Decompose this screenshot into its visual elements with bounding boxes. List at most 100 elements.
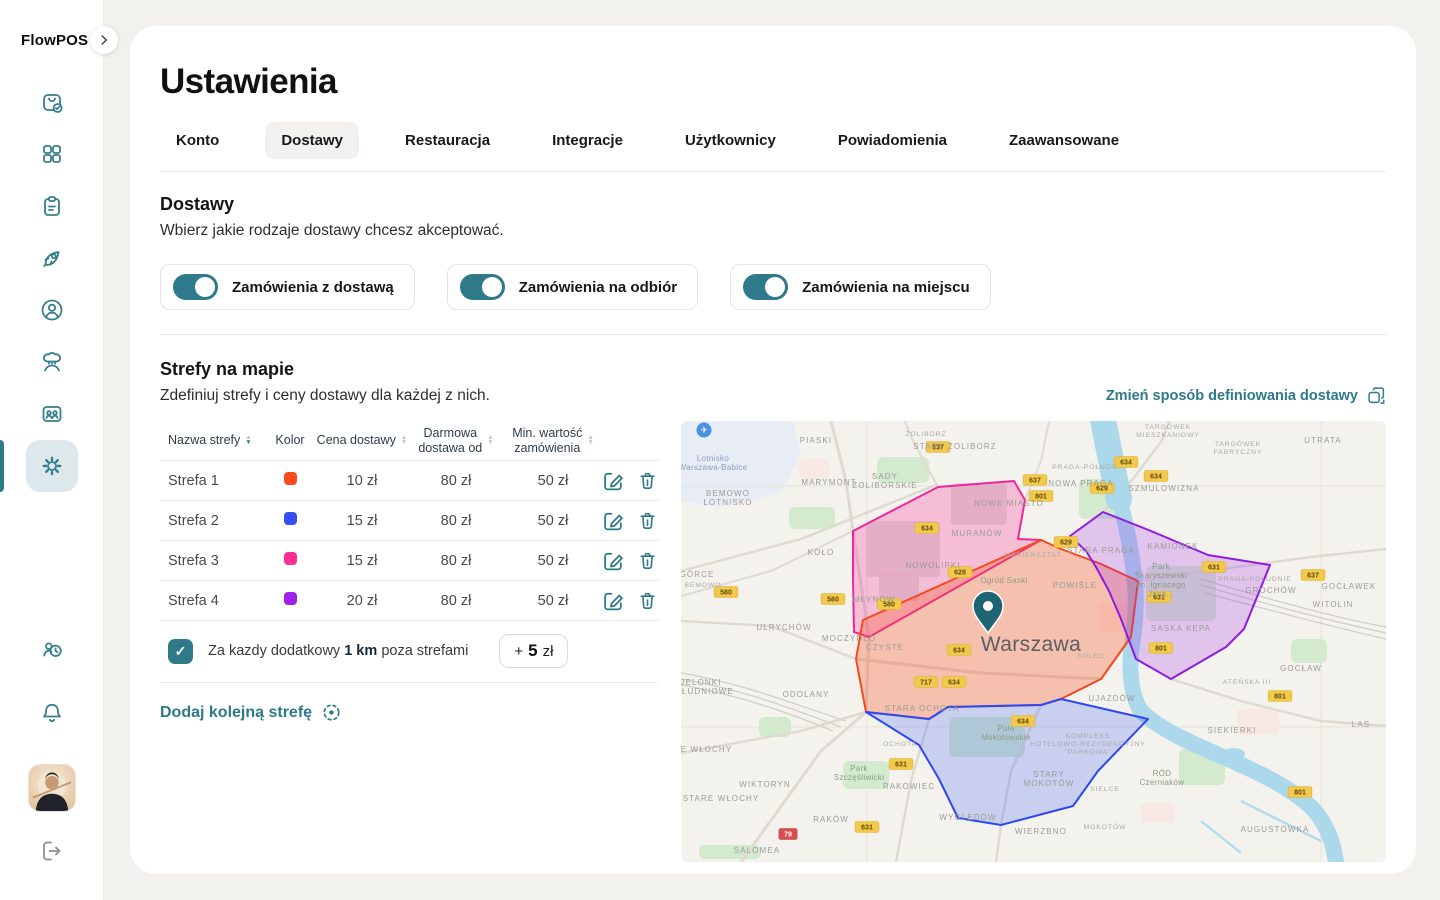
support-clock-icon	[39, 636, 65, 667]
delivery-toggle-2[interactable]: Zamówienia na miejscu	[730, 264, 991, 310]
change-delivery-mode-link[interactable]: Zmień sposób definiowania dostawy	[1106, 386, 1386, 405]
zone-price: 15 zł	[316, 553, 408, 569]
tab-użytkownicy[interactable]: Użytkownicy	[669, 122, 792, 159]
menu-clipboard-icon	[26, 180, 78, 232]
column-header-2[interactable]: Cena dostawy▲▼	[316, 433, 408, 448]
delivery-toggle-0[interactable]: Zamówienia z dostawą	[160, 264, 415, 310]
sidebar-item-rocket[interactable]	[0, 232, 104, 284]
road-badge: 801	[1288, 787, 1312, 798]
svg-text:631: 631	[895, 762, 907, 769]
delete-zone-button[interactable]	[637, 550, 658, 571]
user-icon	[26, 284, 78, 336]
add-zone-label: Dodaj kolejną strefę	[160, 704, 312, 722]
zones-section: Strefy na mapie Zdefiniuj strefy i ceny …	[160, 359, 1386, 862]
edit-zone-button[interactable]	[602, 509, 625, 532]
zone-row-4: Strefa 4 20 zł 80 zł 50 zł	[160, 581, 659, 621]
sidebar-item-chef[interactable]	[0, 336, 104, 388]
zones-table-header: Nazwa strefy▲▼KolorCena dostawy▲▼Darmowa…	[160, 421, 659, 461]
map-label: SALOMEA	[734, 846, 780, 855]
map-label: MARYMONT	[801, 478, 856, 487]
column-header-3[interactable]: Darmowadostawa od▲▼	[408, 426, 504, 456]
sort-icon[interactable]: ▲▼	[401, 436, 407, 444]
sort-icon[interactable]: ▲▼	[587, 436, 593, 444]
toggle-switch[interactable]	[743, 274, 788, 300]
sidebar-item-user[interactable]	[0, 284, 104, 336]
svg-text:634: 634	[1120, 460, 1132, 467]
map-label: WIKTORYN	[739, 780, 791, 789]
toggle-switch[interactable]	[460, 274, 505, 300]
map-label: ODOLANY	[783, 690, 830, 699]
delete-zone-button[interactable]	[637, 510, 658, 531]
delivery-toggle-1[interactable]: Zamówienia na odbiór	[447, 264, 698, 310]
sort-icon[interactable]: ▲▼	[487, 436, 493, 444]
map-label: RAKÓW	[813, 815, 849, 824]
road-badge: 637	[1301, 570, 1325, 581]
tab-powiadomienia[interactable]: Powiadomienia	[822, 122, 963, 159]
zone-color-cell	[264, 512, 316, 529]
map-label: NOWE WŁOCHY	[681, 745, 732, 754]
svg-text:631: 631	[861, 825, 873, 832]
zone-min-order: 50 zł	[504, 513, 602, 529]
column-header-4[interactable]: Min. wartośćzamówienia▲▼	[504, 426, 602, 456]
team-card-icon	[26, 388, 78, 440]
map-label: NOWA PRAGA	[1048, 479, 1113, 488]
map-label: ULRYCHÓW	[756, 623, 811, 632]
map-label: STARA PRAGA	[1067, 546, 1135, 555]
map-label: KOŁO	[808, 548, 835, 557]
map-label: NOWE MIASTO	[974, 499, 1044, 508]
map-label: BEMOWOLOTNISKO	[703, 489, 752, 507]
sidebar-item-bell[interactable]	[0, 700, 104, 731]
edit-zone-button[interactable]	[602, 549, 625, 572]
map-label: GOCŁAWEK	[1322, 582, 1377, 591]
toggle-switch[interactable]	[173, 274, 218, 300]
edit-zone-button[interactable]	[602, 469, 625, 492]
svg-text:634: 634	[921, 526, 933, 533]
sidebar-item-support-clock[interactable]	[0, 636, 104, 667]
rocket-icon	[26, 232, 78, 284]
sidebar-item-dashboard-grid[interactable]	[0, 128, 104, 180]
column-header-0[interactable]: Nazwa strefy▲▼	[160, 433, 264, 448]
sidebar-item-menu-clipboard[interactable]	[0, 180, 104, 232]
zone-color-cell	[264, 472, 316, 489]
sidebar-collapse-button[interactable]	[90, 26, 118, 54]
road-badge: 631	[1202, 562, 1226, 573]
map-label: ŻOLIBORZ	[905, 429, 946, 438]
svg-text:634: 634	[1150, 474, 1162, 481]
tab-integracje[interactable]: Integracje	[536, 122, 639, 159]
delivery-zones-map[interactable]: 6376376376346346346346346346296296285805…	[681, 421, 1386, 862]
extra-km-text: Za kazdy dodatkowy 1 km poza strefami	[208, 643, 468, 659]
tab-dostawy[interactable]: Dostawy	[265, 122, 359, 159]
delivery-toggles: Zamówienia z dostawą Zamówienia na odbió…	[160, 264, 1386, 310]
user-avatar[interactable]	[28, 764, 76, 812]
delete-zone-button[interactable]	[637, 470, 658, 491]
sidebar-item-logout[interactable]	[0, 838, 104, 869]
add-zone-icon	[322, 703, 341, 722]
add-zone-button[interactable]: Dodaj kolejną strefę	[160, 703, 659, 722]
extra-km-price-input[interactable]: + 5 zł	[499, 634, 568, 668]
svg-text:717: 717	[920, 680, 932, 687]
sort-icon[interactable]: ▲▼	[245, 436, 251, 444]
map-label: GROCHÓW	[1245, 586, 1296, 595]
table-divider	[160, 682, 659, 683]
map-label: BEMOWO	[684, 582, 721, 589]
sidebar-item-settings-gear[interactable]	[0, 440, 104, 492]
map-label: TARGÓWEKFABRYCZNY	[1214, 439, 1263, 456]
tab-konto[interactable]: Konto	[160, 122, 235, 159]
delete-zone-button[interactable]	[637, 590, 658, 611]
map-label: STARE WŁOCHY	[683, 794, 760, 803]
tab-restauracja[interactable]: Restauracja	[389, 122, 506, 159]
zone-min-order: 50 zł	[504, 553, 602, 569]
svg-text:79: 79	[784, 832, 792, 839]
page-title: Ustawienia	[160, 62, 1386, 102]
zone-min-order: 50 zł	[504, 473, 602, 489]
chevron-right-icon	[97, 33, 111, 47]
zone-color-swatch	[284, 512, 297, 525]
sidebar-item-team-card[interactable]	[0, 388, 104, 440]
edit-zone-button[interactable]	[602, 589, 625, 612]
sidebar-item-orders-bag[interactable]	[0, 76, 104, 128]
svg-text:801: 801	[1274, 694, 1286, 701]
change-delivery-mode-label: Zmień sposób definiowania dostawy	[1106, 388, 1358, 404]
sidebar-nav	[0, 76, 104, 492]
tab-zaawansowane[interactable]: Zaawansowane	[993, 122, 1135, 159]
extra-km-checkbox[interactable]: ✓	[168, 639, 193, 664]
